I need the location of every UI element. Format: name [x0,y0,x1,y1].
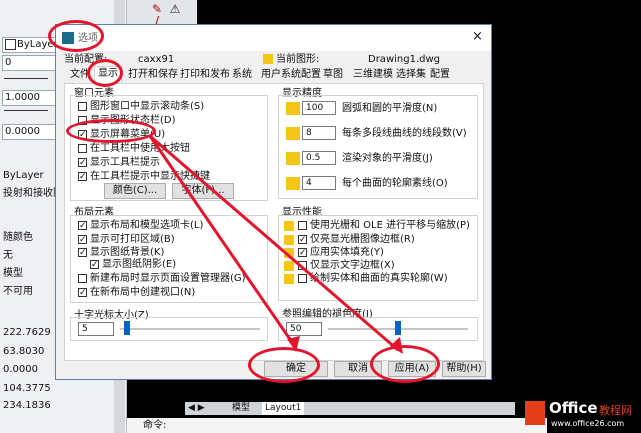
arrow-head-apply [390,337,403,354]
annotation-arrows [148,134,403,354]
